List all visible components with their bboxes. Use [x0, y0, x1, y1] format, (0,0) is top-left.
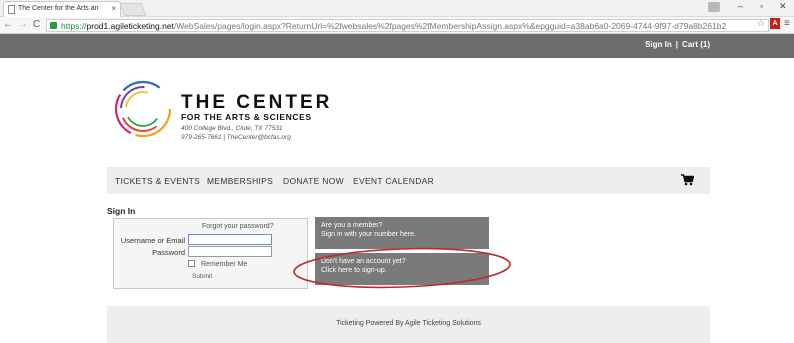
new-tab-button[interactable] [119, 3, 147, 16]
login-form: Forgot your password? Username or Email … [113, 218, 308, 289]
minimize-icon[interactable]: – [738, 1, 743, 11]
url-host: prod1.agileticketing.net [86, 21, 174, 31]
remember-me[interactable]: Remember Me [188, 260, 247, 268]
username-label: Username or Email [120, 236, 185, 245]
bookmark-star-icon[interactable]: ☆ [757, 18, 765, 29]
center-logo-icon[interactable] [112, 78, 174, 140]
lock-icon [50, 22, 57, 29]
nav-tickets-events[interactable]: TICKETS & EVENTS [115, 176, 200, 186]
close-icon[interactable]: × [111, 4, 116, 13]
nav-event-calendar[interactable]: EVENT CALENDAR [353, 176, 434, 186]
window-close-icon[interactable]: ✕ [779, 1, 787, 12]
main-nav: TICKETS & EVENTS MEMBERSHIPS DONATE NOW … [107, 167, 710, 194]
highlight-ellipse [293, 247, 511, 289]
separator: | [675, 40, 678, 49]
nav-memberships[interactable]: MEMBERSHIPS [207, 176, 273, 186]
url-path: /WebSales/pages/login.aspx?ReturnUrl=%2f… [173, 21, 727, 31]
cart-icon[interactable] [681, 174, 694, 186]
password-input[interactable] [188, 246, 272, 257]
page-icon [8, 5, 15, 14]
address-bar: ← → C https://prod1.agileticketing.net/W… [0, 17, 794, 34]
brand-subtitle: FOR THE ARTS & SCIENCES [181, 112, 312, 122]
tab-title: The Center for the Arts an [18, 5, 99, 12]
url-input[interactable]: https://prod1.agileticketing.net/WebSale… [46, 19, 769, 32]
maximize-icon[interactable]: ▫ [760, 1, 763, 11]
password-label: Password [152, 248, 185, 257]
contact-line: 979-265-7661 | TheCenter@bcfas.org [181, 134, 291, 141]
remember-me-checkbox[interactable] [188, 260, 195, 267]
submit-button[interactable]: Submit [192, 273, 212, 280]
member-signin-panel[interactable]: Are you a member? Sign in with your numb… [315, 217, 489, 249]
menu-icon[interactable]: ≡ [784, 18, 790, 29]
sign-in-link[interactable]: Sign In [645, 40, 672, 49]
pdf-extension-icon[interactable]: A [770, 18, 780, 29]
user-profile-icon[interactable] [708, 2, 720, 12]
forward-arrow-icon[interactable]: → [18, 19, 28, 30]
browser-tab[interactable]: The Center for the Arts an × [3, 1, 121, 17]
back-arrow-icon[interactable]: ← [3, 19, 13, 30]
cart-link[interactable]: Cart (1) [682, 40, 710, 49]
username-input[interactable] [188, 234, 272, 245]
brand-title: THE CENTER [181, 92, 333, 113]
member-question: Are you a member? [321, 222, 383, 229]
footer-text: Ticketing Powered By Agile Ticketing Sol… [336, 320, 481, 327]
forgot-password-link[interactable]: Forgot your password? [202, 223, 274, 230]
browser-tab-bar: The Center for the Arts an × – ▫ ✕ [0, 0, 794, 17]
sign-in-heading: Sign In [107, 206, 136, 216]
brand-address: 400 College Blvd., Clute, TX 77531 979-2… [181, 124, 291, 142]
site-top-bar: Sign In | Cart (1) [0, 34, 794, 58]
remember-me-label: Remember Me [201, 261, 248, 268]
nav-donate-now[interactable]: DONATE NOW [283, 176, 344, 186]
footer: Ticketing Powered By Agile Ticketing Sol… [107, 306, 710, 343]
address-line: 400 College Blvd., Clute, TX 77531 [181, 125, 283, 132]
member-instruction: Sign in with your number here. [321, 231, 416, 238]
reload-icon[interactable]: C [33, 19, 40, 30]
url-scheme: https:// [61, 21, 87, 31]
